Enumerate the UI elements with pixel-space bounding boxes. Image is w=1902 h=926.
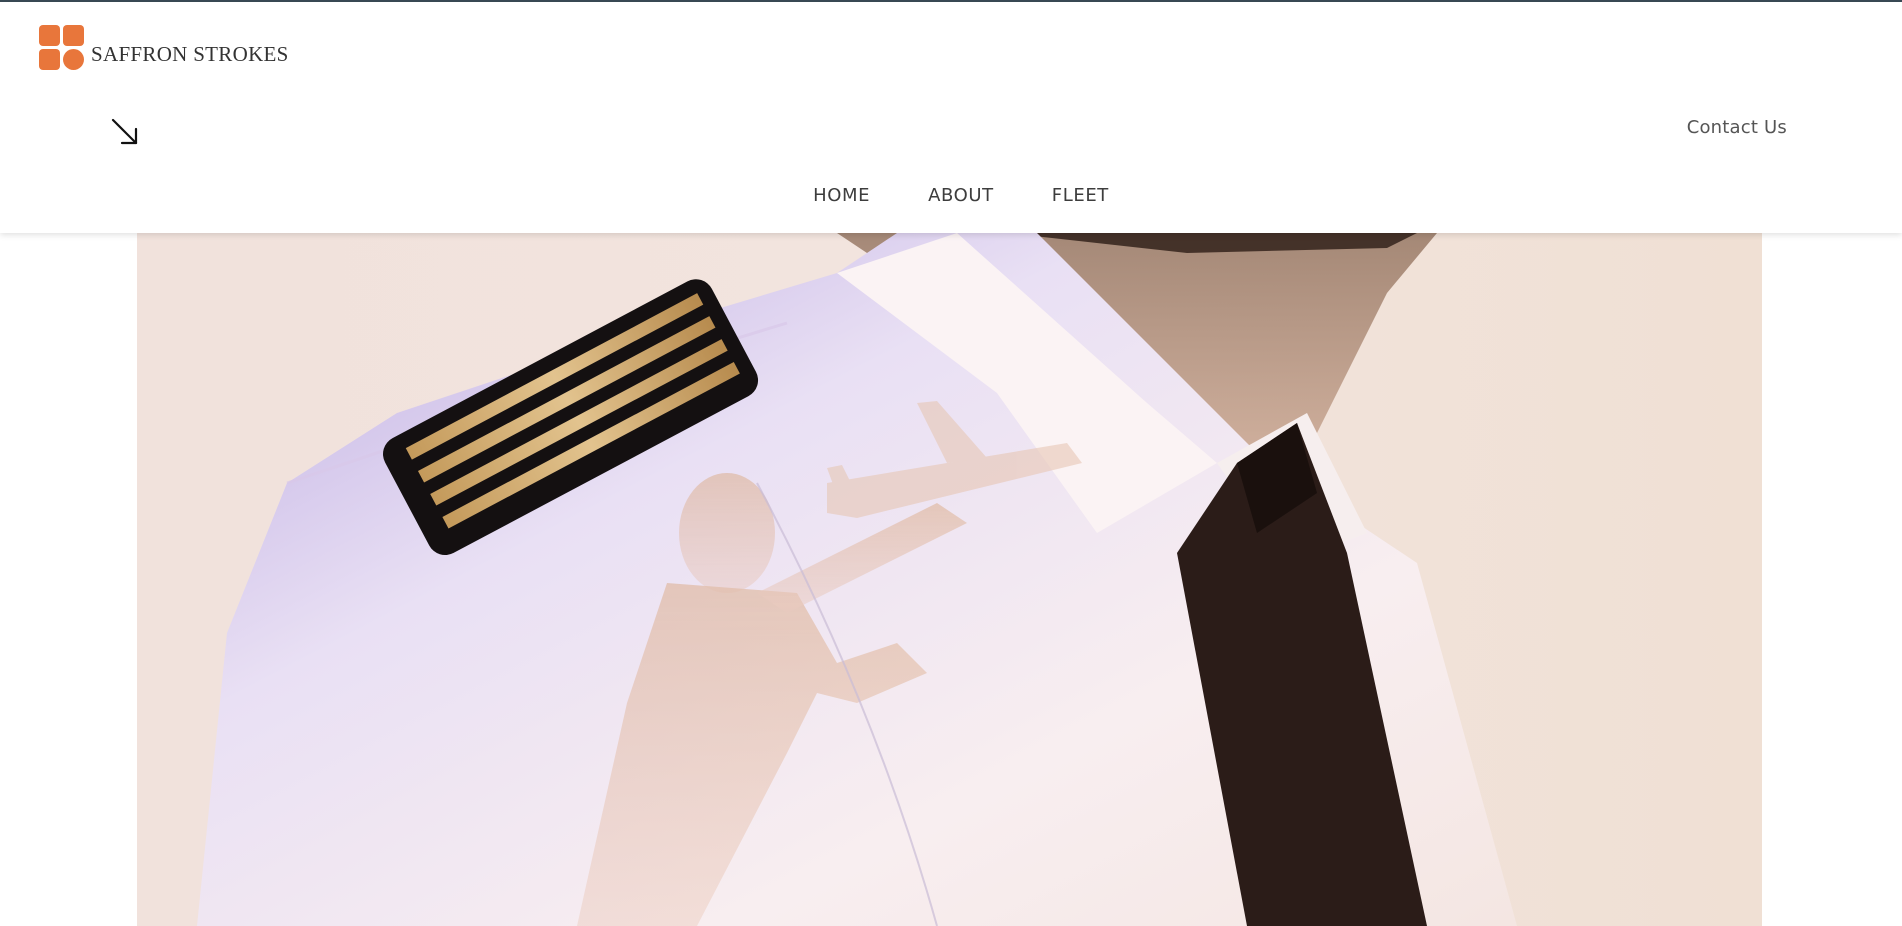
- arrow-down-right-icon[interactable]: [109, 116, 141, 148]
- nav-item-about[interactable]: ABOUT: [928, 185, 994, 206]
- brand-logo[interactable]: SAFFRON STROKES: [39, 25, 289, 71]
- hero-image: [137, 233, 1762, 926]
- nav-item-home[interactable]: HOME: [813, 185, 870, 206]
- site-header: SAFFRON STROKES Contact Us HOME ABOUT FL…: [0, 2, 1902, 233]
- logo-mark-icon: [39, 25, 85, 71]
- nav-item-fleet[interactable]: FLEET: [1052, 185, 1109, 206]
- brand-name: SAFFRON STROKES: [91, 42, 289, 66]
- contact-us-link[interactable]: Contact Us: [1687, 117, 1787, 138]
- main-nav: HOME ABOUT FLEET: [0, 185, 1902, 206]
